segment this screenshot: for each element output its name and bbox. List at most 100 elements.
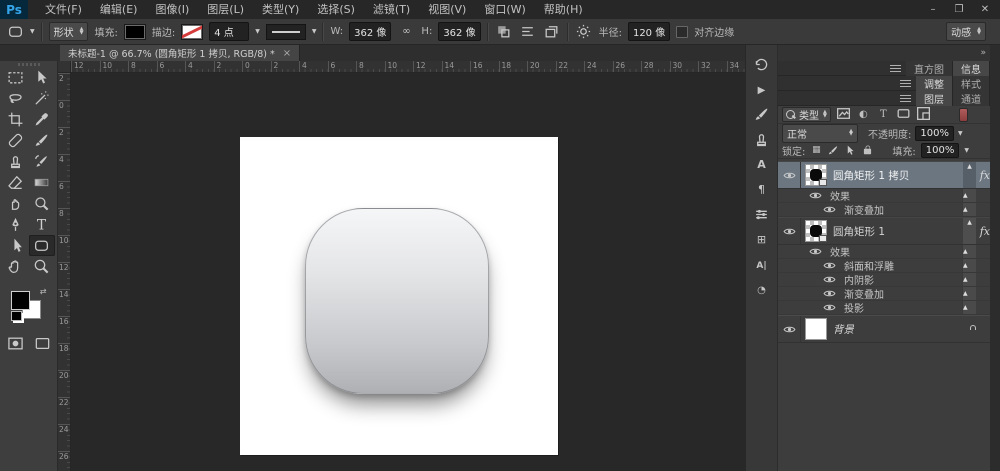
collapse-effects-strip[interactable]: ▲ <box>963 218 976 244</box>
layer-row[interactable]: 斜面和浮雕 fx ▲ <box>778 259 990 273</box>
quick-mask-icon[interactable] <box>7 335 24 352</box>
path-selection-tool[interactable] <box>3 235 29 256</box>
actions-panel-icon[interactable]: ▶ <box>750 78 774 100</box>
layer-thumbnail[interactable] <box>805 318 827 340</box>
lock-transparency-icon[interactable]: ▦ <box>810 145 822 155</box>
align-edges-checkbox[interactable] <box>676 26 688 38</box>
layer-row[interactable]: 效果 fx ▲ <box>778 245 990 259</box>
menu-item[interactable]: 窗口(W) <box>475 0 534 19</box>
restore-button[interactable]: ❐ <box>948 2 970 17</box>
horizontal-ruler[interactable]: 12 10 8 6 4 2 0 2 4 6 8 10 12 14 16 18 2… <box>71 61 745 73</box>
layer-row[interactable]: 投影 fx ▲ <box>778 301 990 315</box>
collapse-effects-strip[interactable]: ▲ <box>963 162 976 188</box>
smart-object-filter-icon[interactable] <box>917 105 930 125</box>
tab-close-icon[interactable]: × <box>283 48 291 59</box>
smudge-tool[interactable] <box>3 193 29 214</box>
radius-field[interactable]: 120 像 <box>628 22 670 41</box>
layer-row[interactable]: 内阴影 fx ▲ <box>778 273 990 287</box>
collapse-effects-strip[interactable]: ▲ <box>962 301 976 314</box>
menu-item[interactable]: 图像(I) <box>146 0 198 19</box>
spot-healing-brush-tool[interactable] <box>3 130 29 151</box>
canvas[interactable] <box>240 137 558 455</box>
visibility-toggle[interactable] <box>778 316 801 342</box>
layer-thumbnail[interactable] <box>805 164 827 186</box>
properties-panel-icon[interactable] <box>750 203 774 225</box>
brush-tool[interactable] <box>29 130 55 151</box>
dodge-tool[interactable] <box>29 193 55 214</box>
panel-menu-icon[interactable] <box>890 65 901 72</box>
fx-badge[interactable]: fx <box>980 169 990 182</box>
opacity-dropdown-icon[interactable] <box>958 130 963 137</box>
fx-badge[interactable]: fx <box>980 225 990 238</box>
workspace-switcher-dropdown[interactable]: 动感 <box>946 22 986 41</box>
rounded-rectangle-tool[interactable] <box>29 235 55 256</box>
eyedropper-tool[interactable] <box>29 109 55 130</box>
visibility-toggle[interactable] <box>818 273 840 286</box>
panel-tab[interactable]: 通道 <box>953 91 990 106</box>
menu-item[interactable]: 滤镜(T) <box>364 0 419 19</box>
tool-mode-dropdown[interactable]: 形状 <box>49 22 89 41</box>
panel-menu-icon[interactable] <box>900 95 911 102</box>
stroke-width-field[interactable]: 4 点 <box>209 22 249 41</box>
hand-tool[interactable] <box>3 256 29 277</box>
swap-colors-icon[interactable]: ⇄ <box>40 287 47 296</box>
fill-field[interactable]: 100% <box>921 143 960 158</box>
history-panel-icon[interactable] <box>750 53 774 75</box>
path-alignment-icon[interactable] <box>519 23 537 41</box>
height-field[interactable]: 362 像 <box>438 22 480 41</box>
layer-row[interactable]: 渐变叠加 fx ▲ <box>778 203 990 217</box>
gear-icon[interactable] <box>575 23 593 41</box>
palette-grip[interactable] <box>18 63 40 66</box>
visibility-toggle[interactable] <box>818 287 840 300</box>
stroke-width-dropdown-icon[interactable] <box>255 28 260 35</box>
panel-tab[interactable]: 信息 <box>953 61 990 76</box>
close-button[interactable]: ✕ <box>974 2 996 17</box>
filter-toggle-switch[interactable] <box>959 108 968 122</box>
fill-dropdown-icon[interactable] <box>964 147 969 154</box>
link-dimensions-icon[interactable]: ∞ <box>397 23 415 41</box>
clone-stamp-tool[interactable] <box>3 151 29 172</box>
magic-wand-tool[interactable] <box>29 88 55 109</box>
collapse-effects-strip[interactable]: ▲ <box>962 245 976 258</box>
clone-source-panel-icon[interactable] <box>750 128 774 150</box>
screen-mode-icon[interactable] <box>34 335 51 352</box>
character-panel-icon[interactable]: A <box>750 153 774 175</box>
fill-swatch[interactable] <box>124 24 146 40</box>
eraser-tool[interactable] <box>3 172 29 193</box>
stroke-style-dropdown[interactable] <box>266 24 306 40</box>
menu-item[interactable]: 类型(Y) <box>253 0 308 19</box>
history-brush-tool[interactable] <box>29 151 55 172</box>
collapse-effects-strip[interactable]: ▲ <box>962 259 976 272</box>
foreground-color-swatch[interactable] <box>11 291 30 310</box>
menu-item[interactable]: 编辑(E) <box>91 0 147 19</box>
pixel-layer-filter-icon[interactable] <box>837 105 850 125</box>
gradient-tool[interactable] <box>29 172 55 193</box>
layer-row[interactable]: 圆角矩形 1 fx ▲ <box>778 217 990 245</box>
character-styles-panel-icon[interactable]: A| <box>750 253 774 275</box>
panel-menu-icon[interactable] <box>900 80 911 87</box>
collapse-effects-strip[interactable]: ▲ <box>962 287 976 300</box>
collapse-effects-strip[interactable]: ▲ <box>962 189 976 202</box>
default-colors-icon[interactable] <box>11 311 22 321</box>
pen-tool[interactable] <box>3 214 29 235</box>
layer-thumbnail[interactable] <box>805 220 827 242</box>
timeline-panel-icon[interactable]: ◔ <box>750 278 774 300</box>
crop-tool[interactable] <box>3 109 29 130</box>
blend-mode-dropdown[interactable]: 正常 <box>782 124 858 143</box>
tool-preset-dropdown-icon[interactable] <box>30 28 35 35</box>
paragraph-panel-icon[interactable]: ¶ <box>750 178 774 200</box>
zoom-tool[interactable] <box>29 256 55 277</box>
visibility-toggle[interactable] <box>778 218 801 244</box>
menu-item[interactable]: 视图(V) <box>419 0 475 19</box>
brush-panel-icon[interactable] <box>750 103 774 125</box>
opacity-field[interactable]: 100% <box>915 126 954 141</box>
minimize-button[interactable]: – <box>922 2 944 17</box>
document-tab[interactable]: 未标题-1 @ 66.7% (圆角矩形 1 拷贝, RGB/8) * × <box>60 45 300 61</box>
layer-filter-type-dropdown[interactable]: 类型 <box>782 107 831 122</box>
move-tool[interactable] <box>29 67 55 88</box>
collapse-effects-strip[interactable]: ▲ <box>962 273 976 286</box>
stroke-style-dropdown-icon[interactable] <box>312 28 317 35</box>
menu-item[interactable]: 选择(S) <box>308 0 364 19</box>
visibility-toggle[interactable] <box>818 259 840 272</box>
panel-tab[interactable]: 直方图 <box>906 61 953 76</box>
